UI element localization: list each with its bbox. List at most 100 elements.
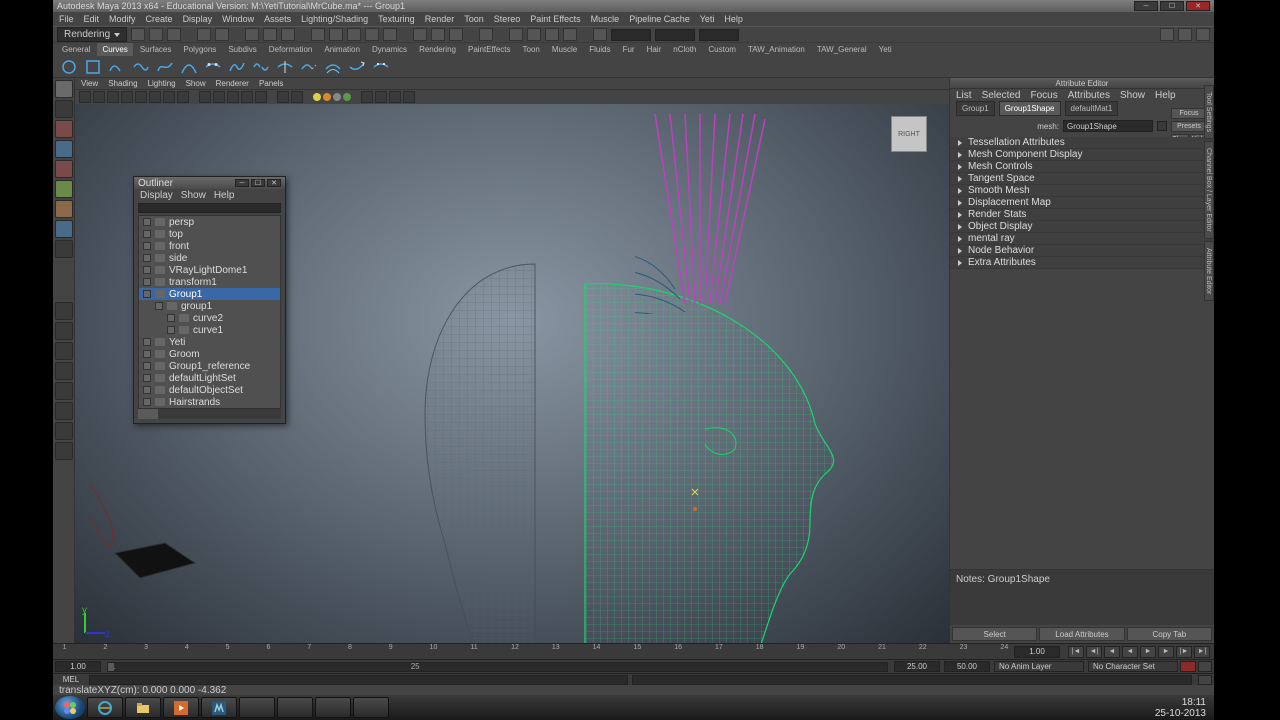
taskbar-maya-icon[interactable] [201, 697, 237, 718]
select-button[interactable]: Select [952, 627, 1037, 641]
outliner-item[interactable]: Group1_reference [139, 360, 280, 372]
expand-icon[interactable] [143, 278, 151, 286]
taskbar-app3-icon[interactable] [315, 697, 351, 718]
new-file-icon[interactable] [131, 28, 145, 41]
attr-section[interactable]: Node Behavior [950, 245, 1214, 257]
vp-motion-trail-icon[interactable] [375, 91, 387, 103]
outliner-menu-show[interactable]: Show [181, 190, 206, 201]
layout-single-icon[interactable] [55, 302, 73, 320]
attr-menu-attributes[interactable]: Attributes [1068, 90, 1110, 101]
render-settings-icon[interactable] [449, 28, 463, 41]
menu-edit[interactable]: Edit [84, 14, 100, 24]
expand-icon[interactable] [143, 218, 151, 226]
insert-knot-icon[interactable] [275, 58, 295, 76]
shelf-tab-hair[interactable]: Hair [642, 43, 667, 56]
vp-bookmark-icon[interactable] [93, 91, 105, 103]
step-back-icon[interactable]: ◄ [1104, 646, 1120, 658]
outliner-item[interactable]: group1 [139, 300, 280, 312]
expand-icon[interactable] [167, 314, 175, 322]
go-end-icon[interactable]: ►| [1194, 646, 1210, 658]
vp-textured-icon[interactable] [227, 91, 239, 103]
attr-tab[interactable]: Group1 [956, 101, 995, 116]
play-fwd-icon[interactable]: ► [1140, 646, 1156, 658]
show-manip-tool[interactable] [55, 240, 73, 258]
layout-two-side-icon[interactable] [55, 342, 73, 360]
presets-button[interactable]: Presets [1171, 121, 1207, 132]
vp-lights-icon[interactable] [241, 91, 253, 103]
menu-window[interactable]: Window [222, 14, 254, 24]
layout-outliner-icon[interactable] [55, 442, 73, 460]
redo-icon[interactable] [215, 28, 229, 41]
sidebar-toggle-2-icon[interactable] [1178, 28, 1192, 41]
menu-modify[interactable]: Modify [109, 14, 136, 24]
expand-icon[interactable] [167, 326, 175, 334]
menu-assets[interactable]: Assets [264, 14, 291, 24]
expand-icon[interactable] [143, 266, 151, 274]
expand-icon[interactable] [155, 302, 163, 310]
shelf-tab-yeti[interactable]: Yeti [874, 43, 897, 56]
numeric-input-a[interactable] [611, 29, 651, 41]
viewport[interactable]: RIGHT [75, 104, 949, 643]
mesh-name-input[interactable] [1063, 120, 1153, 132]
render-icon[interactable] [431, 28, 445, 41]
taskbar-app4-icon[interactable] [353, 697, 389, 718]
ipr-icon[interactable] [413, 28, 427, 41]
range-slider-track[interactable]: 1 25 [107, 662, 888, 672]
univ-tool[interactable] [55, 200, 73, 218]
snap-live-icon[interactable] [383, 28, 397, 41]
nurbs-square-icon[interactable] [83, 58, 103, 76]
attr-menu-help[interactable]: Help [1155, 90, 1176, 101]
vp-menu-panels[interactable]: Panels [259, 79, 283, 88]
shelf-tab-ncloth[interactable]: nCloth [668, 43, 701, 56]
rebuild-curve-icon[interactable] [371, 58, 391, 76]
quick-select-3-icon[interactable] [545, 28, 559, 41]
side-tab[interactable]: Channel Box / Layer Editor [1204, 141, 1214, 239]
char-set-dropdown[interactable]: No Character Set [1088, 661, 1178, 672]
expand-icon[interactable] [143, 338, 151, 346]
shelf-tab-general[interactable]: General [57, 43, 95, 56]
go-start-icon[interactable]: |◄ [1068, 646, 1084, 658]
outliner-item[interactable]: front [139, 240, 280, 252]
attr-menu-show[interactable]: Show [1120, 90, 1145, 101]
expand-icon[interactable] [143, 374, 151, 382]
outliner-item[interactable]: curve1 [139, 324, 280, 336]
outliner-menu-help[interactable]: Help [214, 190, 235, 201]
menu-toon[interactable]: Toon [464, 14, 484, 24]
vp-isolate-icon[interactable] [277, 91, 289, 103]
quick-select-4-icon[interactable] [563, 28, 577, 41]
outliner-item[interactable]: Yeti [139, 336, 280, 348]
rotate-tool[interactable] [55, 160, 73, 178]
vp-menu-renderer[interactable]: Renderer [216, 79, 249, 88]
lasso-icon[interactable] [263, 28, 277, 41]
minimize-button[interactable]: ─ [1134, 1, 1158, 11]
attach-curve-icon[interactable] [227, 58, 247, 76]
vp-greasepencil-icon[interactable] [389, 91, 401, 103]
menu-create[interactable]: Create [146, 14, 173, 24]
maximize-button[interactable]: ☐ [1160, 1, 1184, 11]
shelf-tab-polygons[interactable]: Polygons [178, 43, 221, 56]
current-frame-field[interactable]: 1.00 [1014, 646, 1060, 658]
scale-tool[interactable] [55, 180, 73, 198]
outliner-item[interactable]: Groom [139, 348, 280, 360]
attr-section[interactable]: Mesh Component Display [950, 149, 1214, 161]
outliner-item[interactable]: defaultLightSet [139, 372, 280, 384]
menu-muscle[interactable]: Muscle [591, 14, 620, 24]
close-button[interactable]: ✕ [1186, 1, 1210, 11]
reverse-curve-icon[interactable] [347, 58, 367, 76]
detach-curve-icon[interactable] [251, 58, 271, 76]
sidebar-toggle-3-icon[interactable] [1196, 28, 1210, 41]
attr-section[interactable]: mental ray [950, 233, 1214, 245]
layout-two-stack-icon[interactable] [55, 362, 73, 380]
shelf-tab-painteffects[interactable]: PaintEffects [463, 43, 516, 56]
notes-field[interactable]: Notes: Group1Shape [950, 569, 1214, 625]
select-tool[interactable] [55, 80, 73, 98]
menu-stereo[interactable]: Stereo [494, 14, 521, 24]
autokey-button[interactable] [1180, 661, 1196, 672]
lasso-tool[interactable] [55, 100, 73, 118]
outliner-list[interactable]: persptopfrontsideVRayLightDome1transform… [138, 215, 281, 409]
range-start-field[interactable]: 1.00 [55, 661, 101, 672]
shelf-tab-subdivs[interactable]: Subdivs [223, 43, 261, 56]
outliner-close-btn[interactable]: ✕ [267, 179, 281, 187]
vp-select-camera-icon[interactable] [79, 91, 91, 103]
shelf-tab-toon[interactable]: Toon [518, 43, 545, 56]
